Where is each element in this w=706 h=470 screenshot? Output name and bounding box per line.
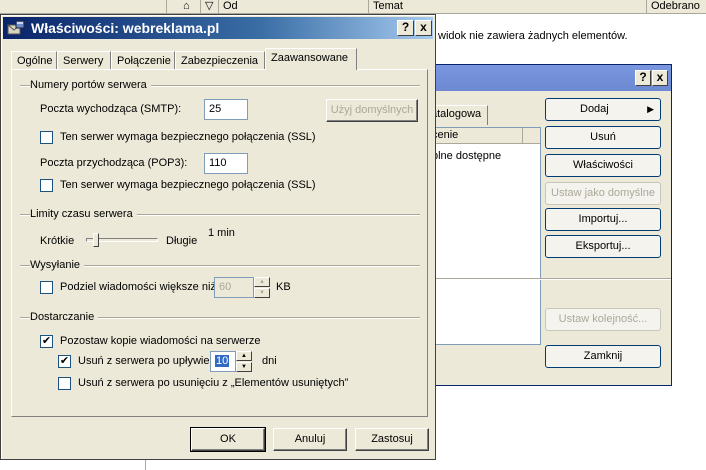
delivery-group-label: Dostarczanie [30, 311, 99, 323]
pop3-ssl-checkbox[interactable] [40, 179, 53, 192]
import-button[interactable]: Importuj... [545, 208, 661, 231]
spinner-down-icon[interactable]: ▼ [254, 288, 270, 298]
spinner-down-icon[interactable]: ▼ [236, 362, 252, 372]
split-unit-label: KB [276, 281, 291, 293]
column-from[interactable]: Od [218, 0, 368, 14]
accounts-help-button[interactable]: ? [635, 70, 651, 86]
tab-connection[interactable]: Połączenie [111, 51, 175, 70]
accounts-list[interactable]: cenie plne dostępne [425, 127, 541, 345]
column-flag[interactable]: ⌂ [166, 0, 200, 14]
tab-general[interactable]: Ogólne [11, 51, 57, 70]
advanced-tab-panel: Numery portów serwera Poczta wychodząca … [11, 69, 428, 417]
split-messages-label: Podziel wiadomości większe niż [60, 281, 216, 293]
account-properties-button[interactable]: Właściwości [545, 154, 661, 177]
tab-security[interactable]: Zabezpieczenia [175, 51, 265, 70]
set-default-button[interactable]: Ustaw jako domyślne [545, 182, 661, 205]
add-button-label: Dodaj [580, 103, 609, 115]
export-button[interactable]: Eksportuj... [545, 235, 661, 258]
pop3-ssl-label: Ten serwer wymaga bezpiecznego połączeni… [60, 179, 316, 191]
close-button[interactable]: x [415, 20, 432, 36]
smtp-ssl-label: Ten serwer wymaga bezpiecznego połączeni… [60, 131, 316, 143]
split-messages-checkbox[interactable] [40, 281, 53, 294]
column-watch[interactable]: ▽ [200, 0, 218, 14]
pop3-port-input[interactable]: 110 [204, 153, 248, 174]
column-from-label: Od [223, 0, 238, 12]
remove-after-checkbox[interactable]: ✔ [58, 355, 71, 368]
close-accounts-button[interactable]: Zamknij [545, 345, 661, 368]
add-button[interactable]: Dodaj ▶ [545, 98, 661, 121]
timeout-long-label: Długie [166, 235, 198, 247]
accounts-separator [421, 278, 671, 280]
column-subject[interactable]: Temat [368, 0, 646, 14]
flag-icon: ▽ [205, 0, 214, 12]
timeout-short-label: Krótkie [40, 235, 75, 247]
accounts-titlebar: ? x [421, 65, 671, 91]
dialog-title: Właściwości: webreklama.pl [31, 20, 220, 36]
tab-advanced[interactable]: Zaawansowane [265, 48, 357, 70]
smtp-port-input[interactable]: 25 [204, 99, 248, 120]
pop3-port-label: Poczta przychodząca (POP3): [40, 157, 188, 169]
remove-after-spinner[interactable]: ▲ ▼ [236, 351, 252, 372]
arrow-right-icon: ▶ [647, 104, 654, 114]
remove-after-days-value: 10 [215, 355, 230, 367]
properties-titlebar[interactable]: Właściwości: webreklama.pl ? x [3, 17, 433, 39]
split-size-input[interactable]: 60 [214, 277, 254, 298]
remove-after-label: Usuń z serwera po upływie [78, 355, 210, 367]
split-size-spinner[interactable]: ▲ ▼ [254, 277, 270, 298]
ok-button[interactable]: OK [190, 427, 266, 452]
smtp-ssl-checkbox[interactable] [40, 131, 53, 144]
column-separator [522, 128, 523, 143]
cancel-button[interactable]: Anuluj [273, 428, 347, 451]
days-label: dni [262, 355, 277, 367]
column-received[interactable]: Odebrano [646, 0, 706, 14]
mail-server-icon [7, 20, 25, 35]
sending-group-label: Wysyłanie [30, 259, 85, 271]
remove-deleted-label: Usuń z serwera po usunięciu z „Elementów… [78, 377, 349, 389]
accounts-dialog: ? x atalogowa cenie plne dostępne Dodaj … [420, 64, 672, 386]
accounts-list-header: cenie [426, 128, 540, 144]
smtp-port-label: Poczta wychodząca (SMTP): [40, 103, 182, 115]
properties-dialog: Właściwości: webreklama.pl ? x Ogólne Se… [0, 14, 436, 460]
accounts-close-button[interactable]: x [652, 70, 668, 86]
timeouts-group-label: Limity czasu serwera [30, 208, 137, 220]
use-defaults-button[interactable]: Użyj domyślnych [326, 99, 418, 122]
list-item[interactable]: plne dostępne [432, 150, 501, 162]
keep-copy-checkbox[interactable]: ✔ [40, 335, 53, 348]
column-received-label: Odebrano [651, 0, 700, 12]
keep-copy-label: Pozostaw kopie wiadomości na serwerze [60, 335, 261, 347]
tab-servers[interactable]: Serwery [57, 51, 111, 70]
empty-view-message: widok nie zawiera żadnych elementów. [438, 30, 628, 42]
remove-deleted-checkbox[interactable] [58, 377, 71, 390]
ports-group-label: Numery portów serwera [30, 79, 151, 91]
help-button[interactable]: ? [397, 20, 414, 36]
remove-button[interactable]: Usuń [545, 126, 661, 149]
remove-after-days-input[interactable]: 10 [210, 351, 236, 372]
spinner-up-icon[interactable]: ▲ [236, 351, 252, 361]
set-order-button[interactable]: Ustaw kolejność... [545, 308, 661, 331]
message-list-header: ⌂ ▽ Od Temat Odebrano [0, 0, 706, 14]
column-subject-label: Temat [373, 0, 403, 12]
timeout-value: 1 min [208, 227, 235, 239]
attachment-icon: ⌂ [183, 0, 190, 12]
timeout-slider-thumb[interactable] [92, 233, 99, 247]
apply-button[interactable]: Zastosuj [355, 428, 429, 451]
spinner-up-icon[interactable]: ▲ [254, 277, 270, 287]
